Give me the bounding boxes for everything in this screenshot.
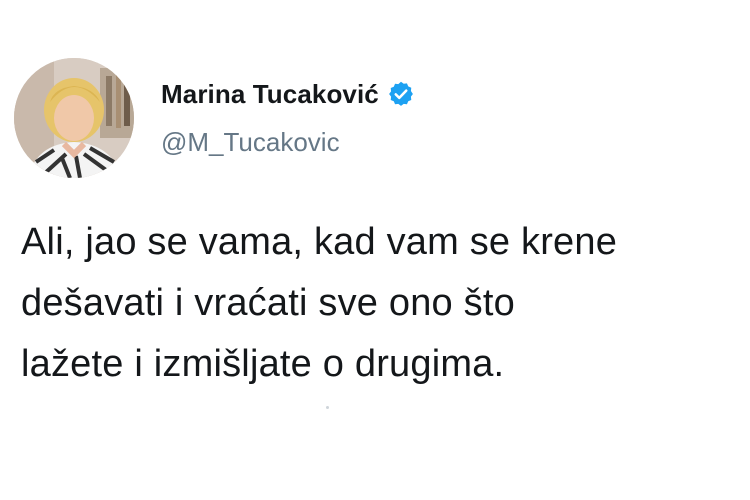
author-name-row: Marina Tucaković (161, 74, 415, 114)
tweet-text: Ali, jao se vama, kad vam se krene dešav… (21, 212, 741, 395)
display-name[interactable]: Marina Tucaković (161, 79, 379, 110)
tweet-text-line: Ali, jao se vama, kad vam se krene (21, 221, 618, 263)
avatar[interactable] (14, 58, 134, 178)
verified-badge-icon (387, 80, 415, 108)
tweet-text-line: dešavati i vraćati sve ono što (21, 282, 515, 324)
tweet-card: Marina Tucaković @M_Tucakovic Ali, jao s… (0, 0, 750, 500)
decorative-dot (326, 406, 329, 409)
user-handle[interactable]: @M_Tucakovic (161, 127, 340, 158)
tweet-text-line: lažete i izmišljate o drugima. (21, 343, 505, 385)
avatar-photo (14, 58, 134, 178)
